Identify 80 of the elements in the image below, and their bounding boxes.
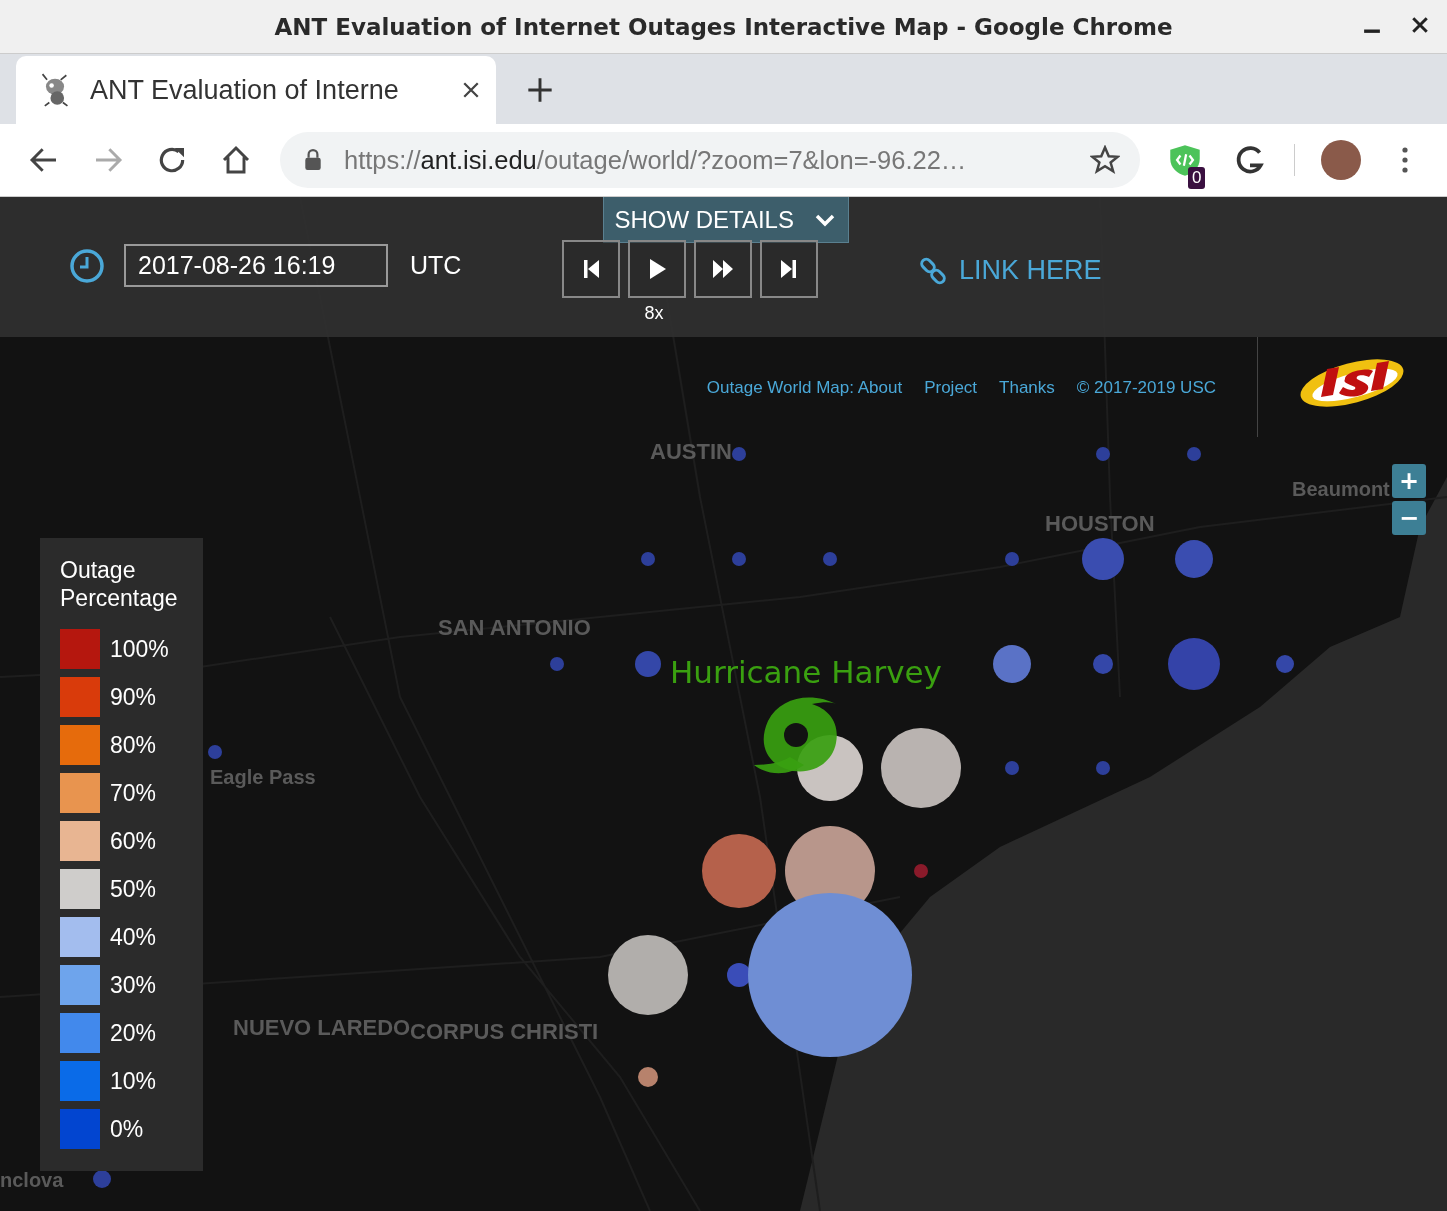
city-label: SAN ANTONIO	[438, 615, 591, 640]
hurricane-label: Hurricane Harvey	[670, 654, 942, 690]
outage-marker[interactable]	[1082, 538, 1124, 580]
legend-label: 80%	[110, 731, 157, 759]
window-title: ANT Evaluation of Internet Outages Interactive Map - Google Chrome	[274, 13, 1173, 40]
zoom-out-button[interactable]: −	[1392, 501, 1426, 535]
legend-label: 10%	[110, 1067, 157, 1095]
outage-marker[interactable]	[1187, 447, 1201, 461]
star-icon[interactable]	[1090, 145, 1120, 175]
speed-label: 8x	[644, 303, 664, 324]
outage-marker[interactable]	[1005, 761, 1019, 775]
city-label: NUEVO LAREDO	[233, 1015, 411, 1040]
play-button[interactable]	[628, 240, 687, 298]
outage-marker[interactable]	[550, 657, 564, 671]
link-here[interactable]: LINK HERE	[918, 255, 1102, 286]
home-icon[interactable]	[220, 144, 252, 176]
close-icon[interactable]	[1411, 16, 1429, 34]
outage-marker[interactable]	[93, 1170, 111, 1188]
url-text: https://ant.isi.edu/outage/world/?zoom=7&lon=-96.22…	[344, 145, 968, 175]
outage-marker[interactable]	[1096, 761, 1110, 775]
footer-link[interactable]: © 2017-2019 USC	[1076, 378, 1216, 398]
outage-marker[interactable]	[1175, 540, 1213, 578]
legend-label: 50%	[110, 875, 157, 903]
outage-marker[interactable]	[208, 745, 222, 759]
outage-marker[interactable]	[914, 864, 928, 878]
show-details-button[interactable]: SHOW DETAILS	[603, 197, 849, 243]
link-icon	[918, 256, 947, 285]
outage-marker[interactable]	[635, 651, 661, 677]
legend-label: 90%	[110, 683, 157, 711]
first-button[interactable]	[562, 240, 621, 298]
outage-marker[interactable]	[638, 1067, 658, 1087]
lock-icon	[304, 149, 322, 171]
legend-label: 60%	[110, 827, 157, 855]
avatar[interactable]	[1321, 140, 1361, 180]
legend-label: 0%	[110, 1115, 144, 1143]
outage-marker[interactable]	[641, 552, 655, 566]
outage-marker[interactable]	[823, 552, 837, 566]
legend-label: 100%	[110, 635, 169, 663]
outage-marker[interactable]	[881, 728, 961, 808]
zoom-in-button[interactable]: +	[1392, 464, 1426, 498]
legend-label: 70%	[110, 779, 157, 807]
footer-link[interactable]: Outage World Map: About	[706, 378, 903, 398]
new-tab-icon[interactable]	[526, 76, 554, 104]
fast-button[interactable]	[694, 240, 753, 298]
clock-icon	[69, 247, 105, 284]
city-label: Eagle Pass	[210, 766, 316, 788]
outage-marker[interactable]	[702, 834, 776, 908]
outage-marker[interactable]	[1093, 654, 1113, 674]
legend-label: 30%	[110, 971, 157, 999]
chevron-down-icon	[813, 212, 836, 227]
outage-marker[interactable]	[608, 935, 688, 1015]
city-label: HOUSTON	[1045, 511, 1155, 536]
city-label: nclova	[0, 1169, 64, 1191]
outage-marker[interactable]	[1005, 552, 1019, 566]
extension-badge: 0	[1188, 167, 1206, 189]
outage-marker[interactable]	[748, 893, 912, 1057]
footer-link[interactable]: Thanks	[999, 378, 1055, 398]
outage-marker[interactable]	[1096, 447, 1110, 461]
timezone-label: UTC	[410, 251, 462, 280]
legend-label: 20%	[110, 1019, 157, 1047]
menu-icon[interactable]	[1401, 146, 1409, 174]
close-icon[interactable]	[462, 81, 480, 99]
footer-link[interactable]: Project	[924, 378, 978, 398]
outage-marker[interactable]	[1168, 638, 1220, 690]
browser-tab[interactable]: ANT Evaluation of Interne	[16, 56, 496, 124]
legend-title: Outage Percentage	[60, 556, 179, 612]
city-label: Beaumont	[1292, 478, 1390, 500]
city-label: AUSTIN	[650, 439, 732, 464]
outage-marker[interactable]	[993, 645, 1031, 683]
city-label: CORPUS CHRISTI	[410, 1019, 599, 1044]
outage-marker[interactable]	[732, 552, 746, 566]
hurricane-icon[interactable]	[754, 697, 838, 774]
g-icon[interactable]	[1234, 144, 1266, 176]
address-bar[interactable]: https://ant.isi.edu/outage/world/?zoom=7&lon=-96.22…	[280, 132, 1140, 188]
date-field[interactable]: 2017-08-26 16:19	[124, 244, 388, 287]
outage-marker[interactable]	[1276, 655, 1294, 673]
last-button[interactable]	[760, 240, 819, 298]
outage-marker[interactable]	[732, 447, 746, 461]
outage-marker[interactable]	[727, 963, 751, 987]
legend-label: 40%	[110, 923, 157, 951]
